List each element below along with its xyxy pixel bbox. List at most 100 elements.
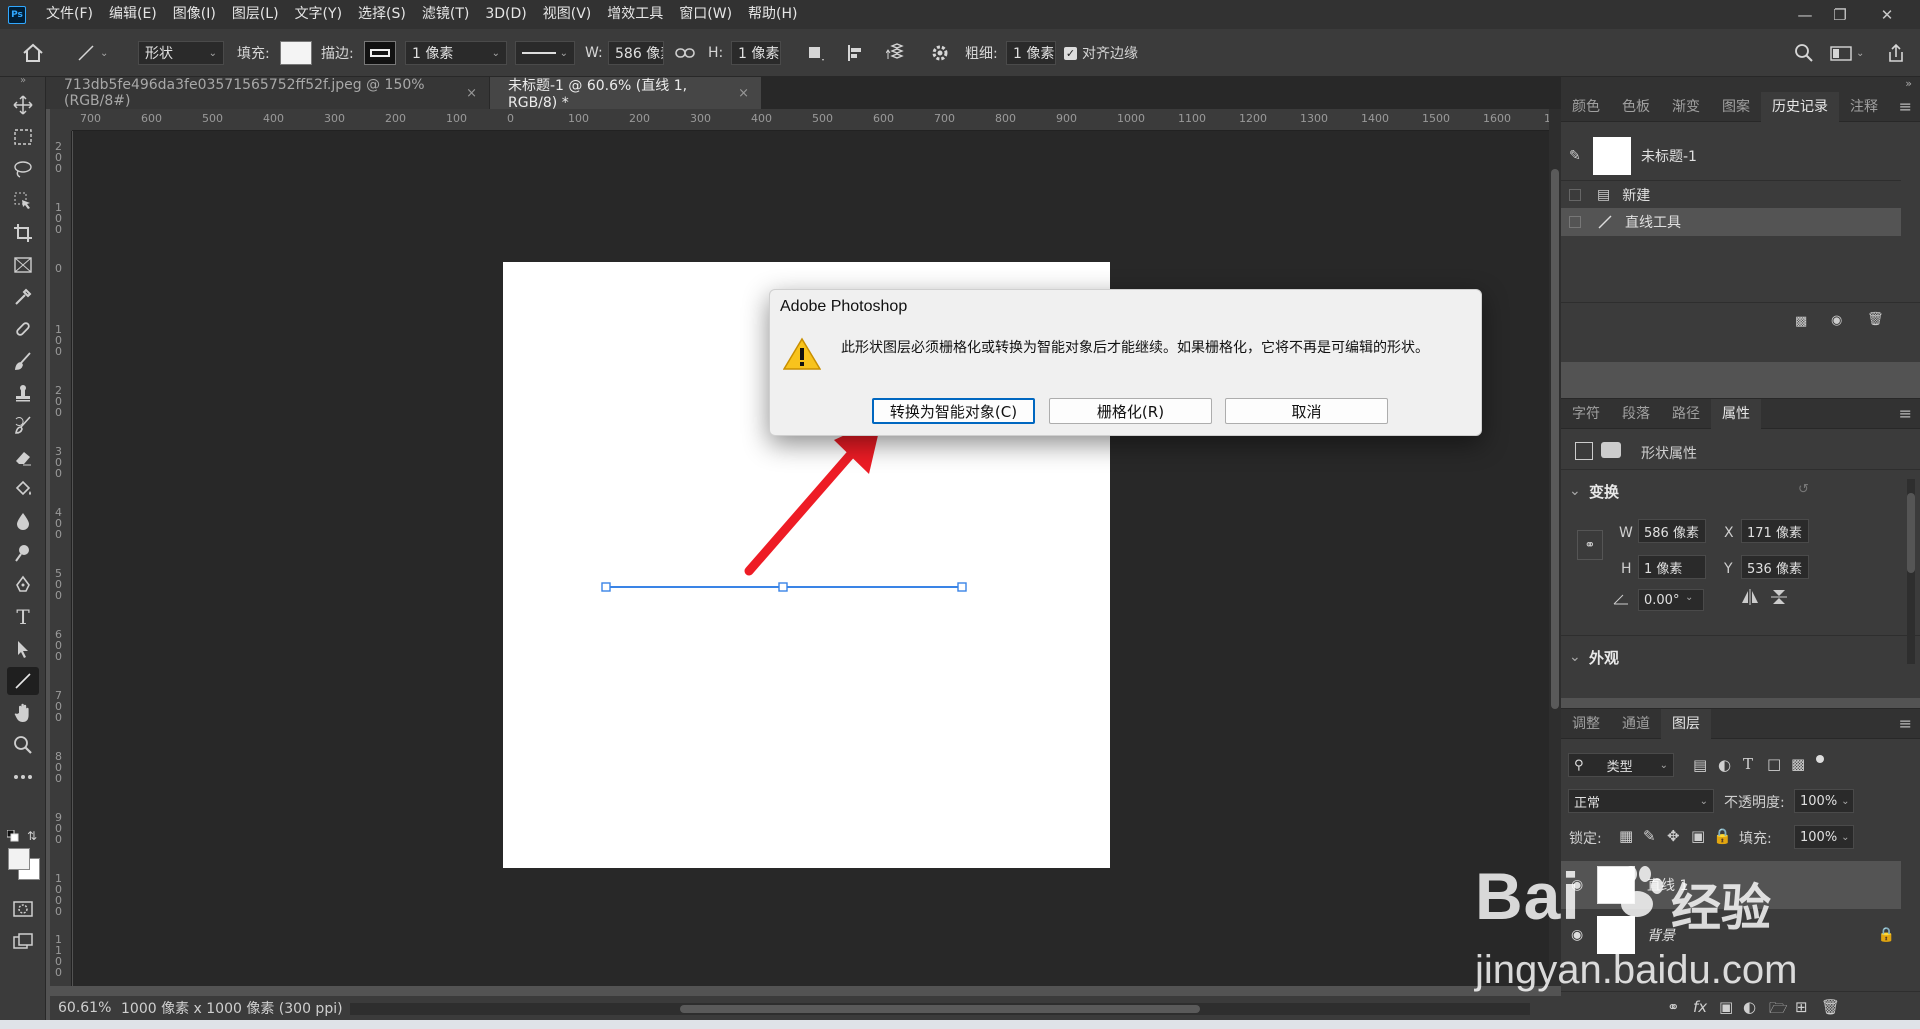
- fill-value: 100%: [1800, 829, 1838, 845]
- fill-field[interactable]: 100% ⌄: [1794, 825, 1854, 849]
- lock-pixels-icon[interactable]: ✎: [1643, 827, 1656, 845]
- layer-row-line[interactable]: ◉ 直线 1: [1561, 861, 1901, 909]
- restore-icon[interactable]: ❐: [1820, 0, 1860, 29]
- tab-layers[interactable]: 图层: [1661, 709, 1711, 739]
- snapshot-thumbnail: [1593, 137, 1631, 175]
- history-item-new[interactable]: ▤ 新建: [1561, 180, 1901, 208]
- eye-icon[interactable]: ◉: [1571, 927, 1589, 943]
- prop-w-label: W: [1619, 525, 1633, 541]
- tab-paths[interactable]: 路径: [1661, 399, 1711, 429]
- reset-icon[interactable]: ↺: [1798, 482, 1809, 497]
- tab-history[interactable]: 历史记录: [1761, 92, 1839, 122]
- adjustment-layer-icon[interactable]: ◐: [1743, 998, 1756, 1016]
- cancel-button[interactable]: 取消: [1225, 398, 1388, 424]
- camera-icon[interactable]: ◉: [1831, 313, 1842, 328]
- tab-channels[interactable]: 通道: [1611, 709, 1661, 739]
- anchor-handle-middle[interactable]: [778, 582, 788, 592]
- lock-position-icon[interactable]: ✥: [1667, 827, 1680, 845]
- layer-row-background[interactable]: ◉ 背景 🔒: [1561, 911, 1901, 959]
- panel-menu-icon[interactable]: ≡: [1899, 97, 1912, 116]
- transform-section-label: 变换: [1589, 483, 1620, 501]
- folder-icon[interactable]: 🗁: [1769, 998, 1788, 1023]
- history-item-line-tool[interactable]: 直线工具: [1561, 208, 1901, 236]
- panel-menu-icon[interactable]: ≡: [1899, 404, 1912, 423]
- new-document-from-state-icon[interactable]: ▩: [1795, 314, 1807, 329]
- opacity-value: 100%: [1800, 793, 1838, 809]
- layers-footer: ⚭ fx ▣ ◐ 🗁 ⊞ 🗑: [1561, 991, 1920, 1021]
- layer-name[interactable]: 背景: [1647, 925, 1675, 945]
- prop-h-label: H: [1621, 561, 1632, 577]
- properties-scrollbar[interactable]: [1907, 479, 1915, 664]
- add-mask-icon[interactable]: ▣: [1719, 998, 1733, 1016]
- tab-patterns[interactable]: 图案: [1711, 92, 1761, 122]
- anchor-handle-right[interactable]: [957, 582, 967, 592]
- filter-shape-icon[interactable]: □: [1767, 755, 1781, 773]
- filter-type-icon[interactable]: T: [1743, 755, 1753, 773]
- properties-panel: 字符 段落 路径 属性 ≡ 形状属性 ⌄ 变换 ↺ ⚭ W 586 像素 X 1…: [1561, 398, 1920, 698]
- link-icon[interactable]: ⚭: [1577, 530, 1603, 560]
- prop-y-field[interactable]: 536 像素: [1741, 555, 1809, 579]
- eye-icon[interactable]: ◉: [1571, 877, 1589, 893]
- history-brush-source-icon[interactable]: ✎: [1569, 148, 1587, 164]
- tab-swatches[interactable]: 色板: [1611, 92, 1661, 122]
- history-source-checkbox[interactable]: [1569, 188, 1581, 201]
- close-icon[interactable]: ✕: [1867, 0, 1907, 29]
- share-icon[interactable]: [1886, 41, 1906, 65]
- lock-transparency-icon[interactable]: ▦: [1619, 827, 1633, 845]
- lock-icon[interactable]: 🔒: [1878, 927, 1895, 943]
- flip-vertical-icon[interactable]: [1771, 589, 1789, 609]
- horizontal-scrollbar[interactable]: [350, 1003, 1530, 1015]
- rasterize-dialog: Adobe Photoshop 此形状图层必须栅格化或转换为智能对象后才能继续。…: [769, 289, 1482, 436]
- workspace-icon[interactable]: ⌄: [1830, 41, 1864, 65]
- convert-smart-object-button[interactable]: 转换为智能对象(C): [872, 398, 1035, 424]
- collapse-icon[interactable]: »: [1905, 77, 1912, 90]
- prop-x-field[interactable]: 171 像素: [1741, 519, 1809, 543]
- prop-angle-field[interactable]: 0.00°: [1638, 589, 1704, 611]
- lock-artboard-icon[interactable]: ▣: [1691, 827, 1705, 845]
- blend-mode-select[interactable]: 正常 ⌄: [1568, 789, 1714, 813]
- link-layers-icon[interactable]: ⚭: [1667, 998, 1680, 1016]
- fx-icon[interactable]: fx: [1693, 998, 1707, 1016]
- history-snapshot[interactable]: ✎ 未标题-1: [1561, 136, 1901, 176]
- tab-character[interactable]: 字符: [1561, 399, 1611, 429]
- filter-pixel-icon[interactable]: ▤: [1693, 756, 1707, 774]
- flip-horizontal-icon[interactable]: [1741, 589, 1759, 609]
- minimize-icon[interactable]: —: [1785, 0, 1825, 29]
- chevron-down-icon[interactable]: ⌄: [1569, 649, 1581, 665]
- filter-adjustment-icon[interactable]: ◐: [1718, 756, 1731, 774]
- prop-w-field[interactable]: 586 像素: [1638, 519, 1706, 543]
- chevron-down-icon[interactable]: ⌄: [1685, 592, 1693, 603]
- layers-panel: 调整 通道 图层 ≡ ⚲ 类型 ⌄ ▤ ◐ T □ ▩ 正常 ⌄ 不透明度: 1…: [1561, 708, 1920, 1020]
- prop-h-field[interactable]: 1 像素: [1638, 555, 1706, 579]
- tab-color[interactable]: 颜色: [1561, 92, 1611, 122]
- rasterize-button[interactable]: 栅格化(R): [1049, 398, 1212, 424]
- shape-transform-icon: [1575, 442, 1593, 460]
- properties-scroll-thumb[interactable]: [1907, 493, 1915, 573]
- tab-paragraph[interactable]: 段落: [1611, 399, 1661, 429]
- panel-menu-icon[interactable]: ≡: [1899, 714, 1912, 733]
- new-layer-icon[interactable]: ⊞: [1795, 998, 1808, 1016]
- layer-thumbnail: [1597, 916, 1635, 954]
- angle-icon: [1613, 593, 1629, 609]
- zoom-level[interactable]: 60.61%: [58, 1000, 113, 1016]
- tab-properties[interactable]: 属性: [1711, 399, 1761, 429]
- layer-filter-select[interactable]: ⚲ 类型 ⌄: [1568, 753, 1674, 777]
- tab-notes[interactable]: 注释: [1839, 92, 1889, 122]
- filter-smart-object-icon[interactable]: ▩: [1791, 755, 1805, 773]
- layer-name[interactable]: 直线 1: [1647, 875, 1688, 895]
- document-info[interactable]: 1000 像素 x 1000 像素 (300 ppi): [121, 998, 343, 1018]
- anchor-handle-left[interactable]: [601, 582, 611, 592]
- tab-adjustments[interactable]: 调整: [1561, 709, 1611, 739]
- trash-icon[interactable]: 🗑: [1867, 312, 1884, 327]
- opacity-field[interactable]: 100% ⌄: [1794, 789, 1854, 813]
- trash-icon[interactable]: 🗑: [1821, 998, 1840, 1016]
- lock-all-icon[interactable]: 🔒: [1713, 827, 1732, 845]
- history-source-checkbox[interactable]: [1569, 216, 1581, 228]
- filter-toggle-icon[interactable]: [1816, 755, 1824, 763]
- mask-icon: [1601, 442, 1621, 458]
- tab-gradients[interactable]: 渐变: [1661, 92, 1711, 122]
- history-panel-tabs: 颜色 色板 渐变 图案 历史记录 注释: [1561, 92, 1920, 122]
- horizontal-scroll-thumb[interactable]: [680, 1005, 1200, 1013]
- chevron-down-icon[interactable]: ⌄: [1569, 483, 1581, 499]
- search-icon[interactable]: [1794, 41, 1814, 65]
